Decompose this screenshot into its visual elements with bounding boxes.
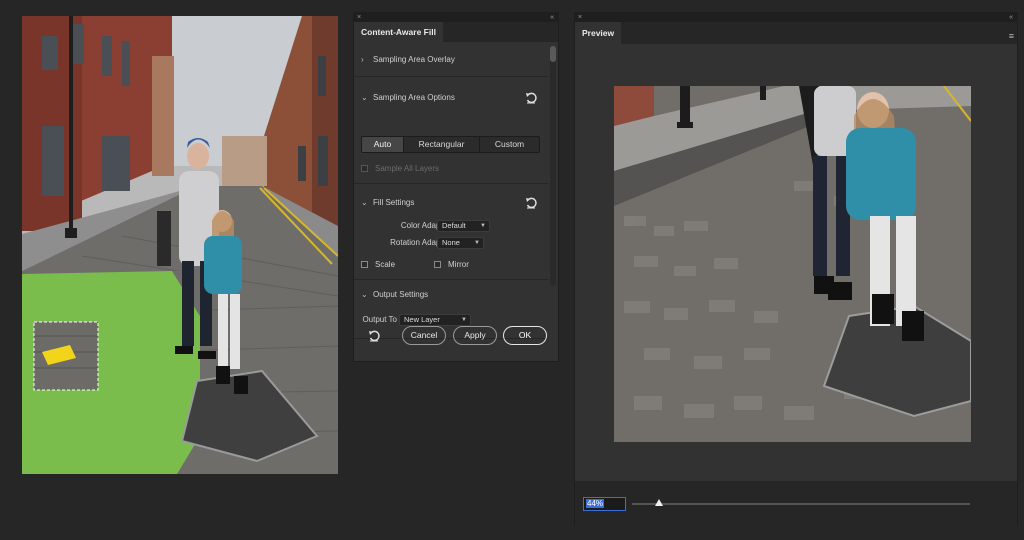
output-to-value: New Layer (404, 315, 440, 324)
mirror-row: Mirror (434, 258, 469, 270)
reset-all-icon[interactable] (368, 330, 380, 342)
rotation-adaptation-value: None (442, 238, 460, 247)
chevron-down-icon: ⌄ (361, 290, 368, 299)
preview-zoom-bar: 44% (575, 481, 1017, 526)
sampling-mode-rectangular[interactable]: Rectangular (404, 137, 480, 152)
sampling-mode-segmented-control: Auto Rectangular Custom (361, 136, 540, 153)
collapse-panel-icon[interactable]: « (1009, 13, 1013, 22)
chevron-down-icon: ⌄ (361, 93, 368, 102)
color-adaptation-value: Default (442, 221, 466, 230)
scale-checkbox[interactable] (361, 260, 368, 268)
scale-label: Scale (375, 259, 396, 269)
section-fill-settings[interactable]: ⌄ Fill Settings (361, 196, 414, 210)
sampling-mode-custom[interactable]: Custom (480, 137, 539, 152)
mirror-checkbox[interactable] (434, 260, 441, 268)
color-adaptation-dropdown[interactable]: Default ▼ (437, 220, 490, 232)
output-to-dropdown[interactable]: New Layer ▼ (399, 314, 471, 326)
sample-all-layers-row: Sample All Layers (361, 162, 439, 174)
section-sampling-area-overlay[interactable]: › Sampling Area Overlay (361, 53, 455, 67)
panel-title-bar: × « (354, 13, 558, 22)
section-label: Output Settings (373, 290, 429, 299)
cancel-button[interactable]: Cancel (402, 326, 446, 345)
panel-tab-strip: Preview (575, 22, 1017, 44)
divider (354, 279, 548, 280)
divider (354, 76, 548, 77)
tab-content-aware-fill[interactable]: Content-Aware Fill (354, 22, 443, 42)
output-to-label: Output To (362, 315, 397, 324)
caret-down-icon: ▼ (474, 240, 480, 246)
tab-preview[interactable]: Preview (575, 22, 622, 44)
rotation-adaptation-dropdown[interactable]: None ▼ (437, 237, 484, 249)
sample-all-layers-checkbox[interactable] (361, 164, 368, 172)
panel-menu-icon[interactable]: ≡ (1009, 31, 1014, 41)
mirror-label: Mirror (448, 259, 469, 269)
panel-tab-strip: Content-Aware Fill (354, 22, 558, 42)
sample-all-layers-label: Sample All Layers (375, 163, 440, 173)
content-aware-fill-panel: × « Content-Aware Fill › Sampling Area O… (353, 12, 559, 362)
close-panel-icon[interactable]: × (578, 13, 582, 22)
caret-down-icon: ▼ (480, 223, 486, 229)
zoom-value: 44% (586, 499, 605, 508)
reset-icon[interactable] (525, 92, 537, 104)
street-photo-with-sampling-overlay (22, 16, 338, 474)
sampling-mode-auto[interactable]: Auto (362, 137, 404, 152)
panel-scrollbar[interactable] (550, 46, 556, 286)
close-panel-icon[interactable]: × (357, 13, 361, 22)
section-label: Sampling Area Options (373, 93, 455, 102)
scrollbar-thumb[interactable] (550, 46, 556, 62)
zoom-slider-track[interactable] (632, 503, 970, 505)
zoom-input[interactable]: 44% (583, 497, 626, 511)
ok-button[interactable]: OK (503, 326, 547, 345)
preview-panel: × « Preview ≡ 44% (574, 12, 1018, 526)
caret-down-icon: ▼ (461, 317, 467, 323)
content-aware-fill-settings: › Sampling Area Overlay ⌄ Sampling Area … (354, 42, 558, 361)
preview-image[interactable] (614, 86, 971, 442)
section-output-settings[interactable]: ⌄ Output Settings (361, 288, 428, 302)
scale-row: Scale (361, 258, 395, 270)
chevron-down-icon: ⌄ (361, 198, 368, 207)
divider (354, 183, 548, 184)
chevron-right-icon: › (361, 55, 364, 64)
apply-button[interactable]: Apply (453, 326, 497, 345)
section-label: Sampling Area Overlay (373, 55, 455, 64)
filled-result-photo (614, 86, 971, 442)
section-sampling-area-options[interactable]: ⌄ Sampling Area Options (361, 91, 455, 105)
panel-title-bar: × « (575, 13, 1017, 22)
collapse-panel-icon[interactable]: « (550, 13, 554, 22)
section-label: Fill Settings (373, 198, 415, 207)
reset-icon[interactable] (525, 197, 537, 209)
source-image-canvas[interactable] (22, 16, 338, 474)
zoom-slider-thumb[interactable] (655, 499, 664, 506)
